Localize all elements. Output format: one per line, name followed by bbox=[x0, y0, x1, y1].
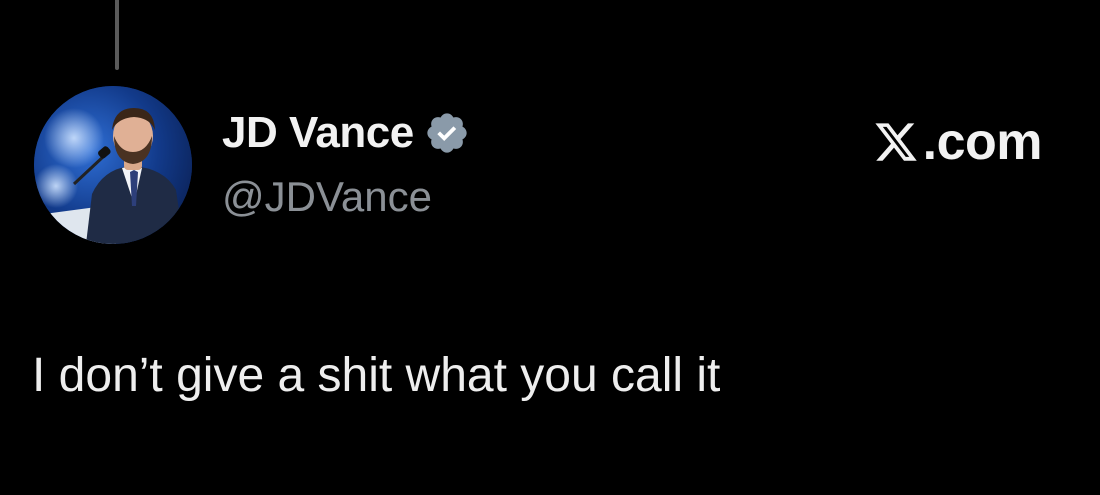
brand-domain-suffix: .com bbox=[922, 113, 1043, 171]
author-name-row: JD Vance bbox=[222, 108, 470, 158]
author-display-name[interactable]: JD Vance bbox=[222, 111, 414, 155]
x-logo-icon bbox=[875, 123, 917, 161]
avatar-photo bbox=[34, 86, 192, 244]
author-avatar[interactable] bbox=[34, 86, 192, 244]
brand-watermark: .com bbox=[873, 113, 1043, 171]
verified-badge-icon bbox=[427, 113, 467, 153]
tweet-text: I don’t give a shit what you call it bbox=[32, 349, 721, 402]
thread-connector-line bbox=[115, 0, 119, 70]
author-handle[interactable]: @JDVance bbox=[222, 176, 432, 218]
